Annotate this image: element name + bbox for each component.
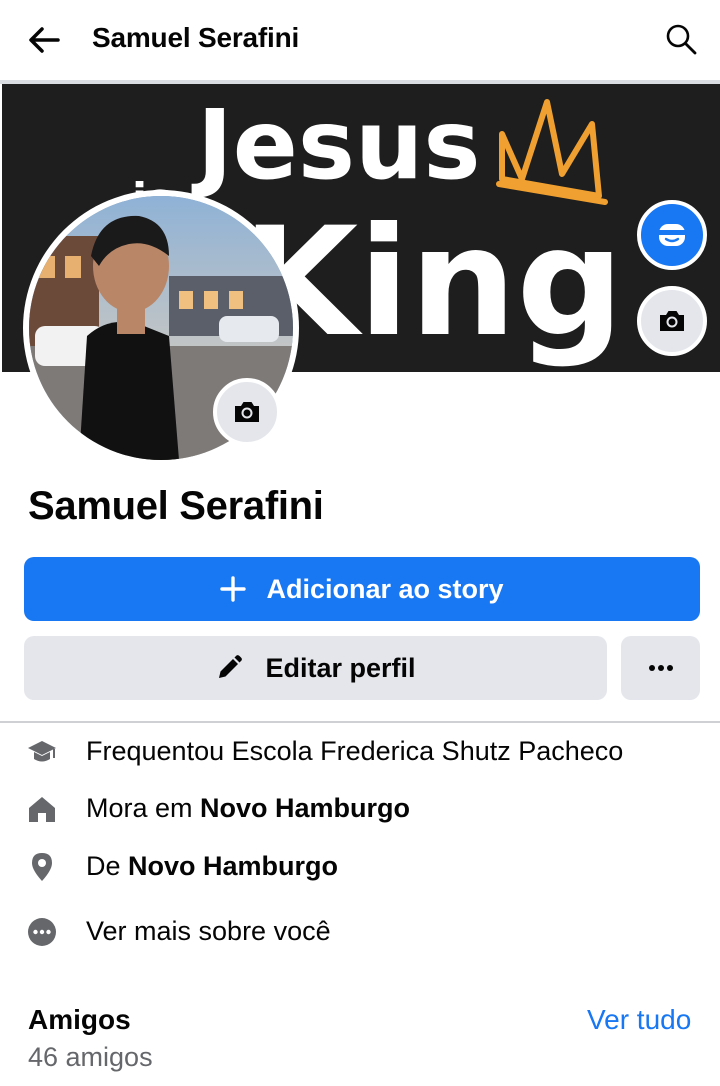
back-arrow-icon[interactable]: [24, 20, 64, 60]
camera-icon: [235, 402, 259, 422]
see-more-text: Ver mais sobre você: [86, 916, 331, 946]
edit-profile-picture-button[interactable]: [213, 378, 281, 446]
from-city[interactable]: Novo Hamburgo: [128, 851, 338, 881]
search-icon[interactable]: [664, 22, 698, 56]
section-divider: [0, 721, 720, 723]
education-text: Frequentou Escola Frederica Shutz Pachec…: [86, 736, 624, 766]
avatar-button[interactable]: [637, 200, 707, 270]
lives-in-prefix: Mora em: [86, 793, 201, 823]
friends-count: 46 amigos: [28, 1042, 153, 1072]
home-icon: [29, 797, 55, 822]
friends-heading: Amigos: [28, 1004, 131, 1035]
detail-education: Frequentou Escola Frederica Shutz Pachec…: [0, 732, 720, 776]
lives-in-city[interactable]: Novo Hamburgo: [200, 793, 410, 823]
pencil-icon: [219, 655, 243, 678]
edit-cover-button[interactable]: [637, 286, 707, 356]
cover-text-king: King: [242, 196, 624, 370]
plus-icon: [220, 576, 247, 602]
add-to-story-label: Adicionar ao story: [266, 573, 504, 604]
edit-profile-label: Editar perfil: [265, 652, 416, 683]
avatar-icon: [659, 224, 685, 246]
add-to-story-button[interactable]: Adicionar ao story: [24, 557, 700, 621]
cover-text-jesus: Jesus: [191, 89, 480, 201]
more-options-button[interactable]: [621, 636, 700, 700]
edit-profile-button[interactable]: Editar perfil: [24, 636, 607, 700]
more-circle-icon: [28, 918, 56, 946]
location-pin-icon: [32, 853, 52, 881]
top-bar: Samuel Serafini: [0, 0, 720, 80]
from-text: De Novo Hamburgo: [86, 851, 338, 882]
detail-lives-in: Mora em Novo Hamburgo: [0, 789, 720, 833]
see-all-friends-link[interactable]: Ver tudo: [587, 1004, 691, 1036]
camera-icon: [660, 311, 684, 331]
more-icon: [648, 665, 673, 671]
from-prefix: De: [86, 851, 129, 881]
lives-in-text: Mora em Novo Hamburgo: [86, 793, 410, 824]
detail-from: De Novo Hamburgo: [0, 847, 720, 891]
page-title: Samuel Serafini: [92, 22, 300, 53]
detail-see-more[interactable]: Ver mais sobre você: [0, 912, 720, 956]
graduation-cap-icon: [28, 741, 56, 762]
profile-name: Samuel Serafini: [28, 484, 324, 528]
